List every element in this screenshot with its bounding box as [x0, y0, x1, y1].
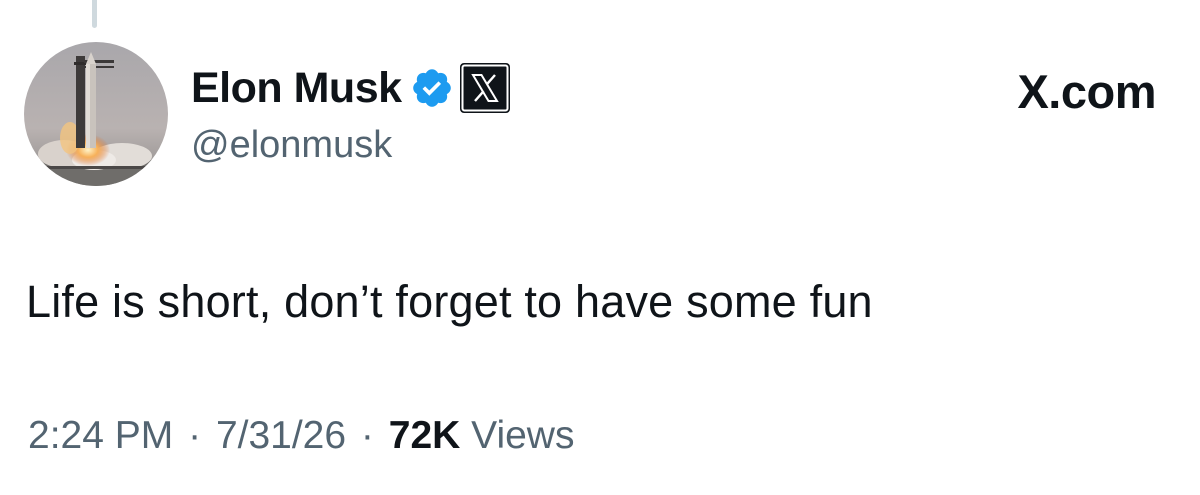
thread-connector-line [92, 0, 97, 28]
x-com-brand-label: X.com [1017, 65, 1156, 118]
tweet-header: Elon Musk @elonmusk [191, 58, 511, 167]
tweet-time[interactable]: 2:24 PM [28, 414, 173, 457]
verified-badge-icon [410, 66, 454, 110]
author-name-row: Elon Musk [191, 58, 511, 118]
avatar-rocket-launch-image [24, 42, 168, 186]
views-label: Views [471, 414, 575, 457]
avatar[interactable] [24, 42, 168, 186]
tweet-text: Life is short, don’t forget to have some… [26, 276, 873, 327]
view-count: 72K [388, 414, 461, 457]
tweet-meta: 2:24 PM · 7/31/26 · 72K Views [28, 414, 574, 458]
meta-separator: · [188, 414, 202, 457]
x-logo-icon[interactable] [459, 62, 511, 114]
meta-separator: · [360, 414, 374, 457]
author-display-name[interactable]: Elon Musk [191, 64, 402, 113]
author-handle[interactable]: @elonmusk [191, 124, 511, 167]
tweet-date[interactable]: 7/31/26 [216, 414, 346, 457]
